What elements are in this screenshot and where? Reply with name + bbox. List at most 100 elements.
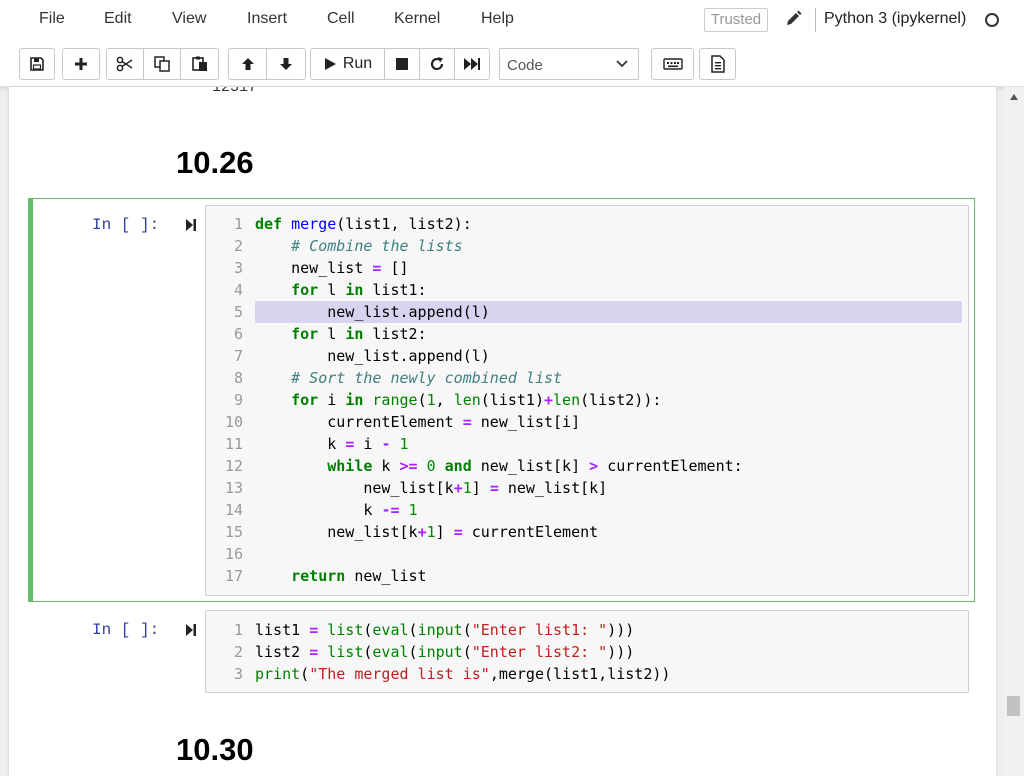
code-line[interactable]: 1 list1 = list(eval(input("Enter list1: "…	[206, 619, 968, 641]
palette-group	[699, 48, 736, 80]
cut-button[interactable]	[107, 49, 144, 79]
line-number: 3	[233, 259, 243, 277]
notebook-container: 12517 10.26 In [ ]: 1 def merge(list1, li…	[9, 87, 996, 776]
code-line[interactable]: 15 new_list[k+1] = currentElement	[206, 521, 968, 543]
code-line[interactable]: 7 new_list.append(l)	[206, 345, 968, 367]
code-cell-merge[interactable]: In [ ]: 1 def merge(list1, list2): 2 # Com…	[28, 198, 975, 602]
trusted-badge[interactable]: Trusted	[704, 8, 768, 32]
cell-type-select[interactable]: Code	[499, 48, 639, 80]
fast-forward-icon	[464, 58, 480, 70]
code-line[interactable]: 13 new_list[k+1] = new_list[k]	[206, 477, 968, 499]
restart-icon	[430, 57, 444, 71]
restart-button[interactable]	[420, 49, 455, 79]
menu-edit[interactable]: Edit	[104, 10, 132, 28]
menu-kernel[interactable]: Kernel	[394, 10, 440, 28]
line-code: for l in list2:	[291, 325, 427, 343]
menu-help[interactable]: Help	[481, 10, 514, 28]
previous-output: 12517	[212, 87, 258, 96]
line-number: 15	[224, 523, 243, 541]
arrow-down-icon	[280, 58, 292, 70]
keyboard-group	[651, 48, 694, 80]
code-line[interactable]: 4 for l in list1:	[206, 279, 968, 301]
scissors-icon	[116, 56, 133, 72]
line-number: 10	[224, 413, 243, 431]
code-line[interactable]: 6 for l in list2:	[206, 323, 968, 345]
code-line[interactable]: 11 k = i - 1	[206, 433, 968, 455]
line-number: 12	[224, 457, 243, 475]
code-cell-run-merge[interactable]: In [ ]: 1 list1 = list(eval(input("Enter …	[28, 603, 975, 693]
line-code: new_list[k+1] = currentElement	[255, 523, 599, 541]
code-line[interactable]: 12 while k >= 0 and new_list[k] > curren…	[206, 455, 968, 477]
menu-cell[interactable]: Cell	[327, 10, 355, 28]
interrupt-button[interactable]	[385, 49, 420, 79]
menu-file[interactable]: File	[39, 10, 65, 28]
line-code: new_list[k+1] = new_list[k]	[255, 479, 608, 497]
keyboard-shortcuts-button[interactable]	[652, 49, 693, 79]
run-cell-icon[interactable]	[185, 623, 197, 637]
code-line[interactable]: 9 for i in range(1, len(list1)+len(list2…	[206, 389, 968, 411]
code-line[interactable]: 8 # Sort the newly combined list	[206, 367, 968, 389]
run-cell-icon[interactable]	[185, 218, 197, 232]
code-line[interactable]: 5 new_list.append(l)	[206, 301, 968, 323]
copy-button[interactable]	[144, 49, 181, 79]
code-editor[interactable]: 1 list1 = list(eval(input("Enter list1: "…	[205, 610, 969, 693]
copy-icon	[154, 56, 170, 72]
code-line[interactable]: 10 currentElement = new_list[i]	[206, 411, 968, 433]
line-code: while k >= 0 and new_list[k] > currentEl…	[327, 457, 743, 475]
code-line[interactable]: 16	[206, 543, 968, 565]
code-line[interactable]: 3 new_list = []	[206, 257, 968, 279]
line-number: 14	[224, 501, 243, 519]
code-line[interactable]: 14 k -= 1	[206, 499, 968, 521]
line-number: 4	[233, 281, 243, 299]
input-prompt: In [ ]:	[92, 216, 160, 234]
line-code: for l in list1:	[291, 281, 427, 299]
plus-icon	[75, 58, 87, 70]
menu-view[interactable]: View	[172, 10, 206, 28]
insert-cell-button[interactable]	[63, 49, 99, 79]
play-icon	[324, 58, 336, 70]
cell-type-value: Code	[507, 57, 543, 74]
markdown-heading-1026: 10.26	[176, 145, 254, 180]
code-line[interactable]: 3 print("The merged list is",merge(list1,…	[206, 663, 968, 685]
code-line[interactable]: 17 return new_list	[206, 565, 968, 587]
kernel-name[interactable]: Python 3 (ipykernel)	[824, 10, 966, 28]
code-line[interactable]: 2 list2 = list(eval(input("Enter list2: "…	[206, 641, 968, 663]
line-code: new_list.append(l)	[255, 301, 962, 323]
line-code: k -= 1	[255, 501, 418, 519]
selected-cell-indicator	[28, 198, 33, 602]
move-up-button[interactable]	[229, 49, 267, 79]
kernel-separator	[815, 8, 816, 32]
paste-button[interactable]	[181, 49, 218, 79]
scrollbar-thumb[interactable]	[1007, 696, 1020, 716]
code-editor[interactable]: 1 def merge(list1, list2): 2 # Combine the…	[205, 205, 969, 596]
run-all-button[interactable]	[455, 49, 489, 79]
code-line[interactable]: 2 # Combine the lists	[206, 235, 968, 257]
line-number: 6	[233, 325, 243, 343]
line-code: # Combine the lists	[291, 237, 463, 255]
line-code: print("The merged list is",merge(list1,l…	[255, 665, 671, 683]
move-group	[228, 48, 306, 80]
insert-group	[62, 48, 100, 80]
input-prompt: In [ ]:	[92, 621, 160, 639]
move-down-button[interactable]	[267, 49, 305, 79]
line-number: 8	[233, 369, 243, 387]
line-number: 2	[233, 237, 243, 255]
line-number: 16	[224, 545, 243, 563]
run-button[interactable]: Run	[311, 49, 385, 79]
paste-icon	[191, 56, 207, 71]
command-palette-button[interactable]	[700, 49, 735, 79]
line-code: return new_list	[291, 567, 427, 585]
pencil-icon[interactable]	[784, 9, 802, 29]
scroll-up-arrow-icon[interactable]	[1010, 94, 1018, 100]
line-code: def merge(list1, list2):	[255, 215, 472, 233]
line-code: k = i - 1	[255, 435, 409, 453]
run-label: Run	[342, 55, 373, 72]
line-code: # Sort the newly combined list	[291, 369, 563, 387]
save-button[interactable]	[20, 49, 54, 79]
code-line[interactable]: 1 def merge(list1, list2):	[206, 213, 968, 235]
menubar: File Edit View Insert Cell Kernel Help T…	[0, 0, 1024, 42]
line-number: 7	[233, 347, 243, 365]
vertical-scrollbar[interactable]	[1004, 87, 1024, 776]
line-code: list1 = list(eval(input("Enter list1: ")…	[255, 621, 635, 639]
menu-insert[interactable]: Insert	[247, 10, 287, 28]
